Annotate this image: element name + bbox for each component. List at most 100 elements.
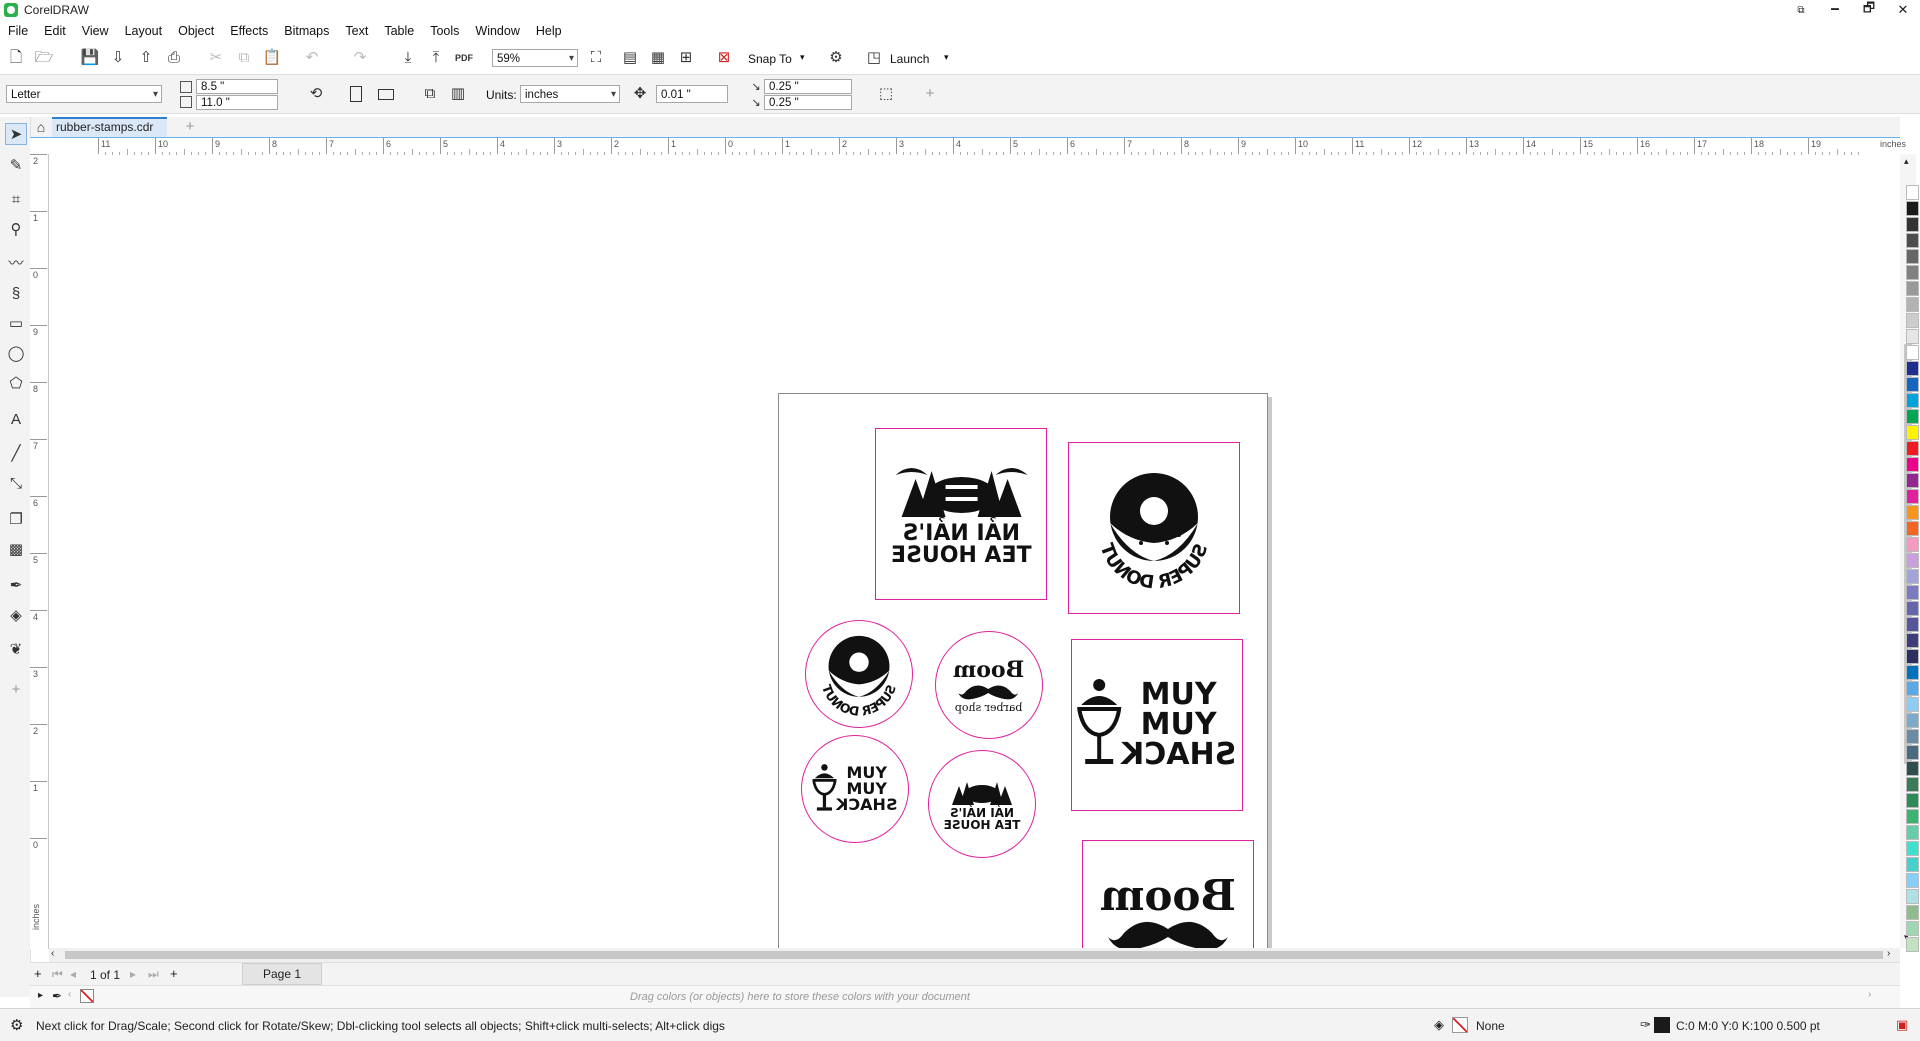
page-width-input[interactable]: 8.5 " — [196, 79, 278, 94]
open-folder-icon[interactable]: 🗁 — [34, 48, 54, 68]
launch-icon[interactable]: ◳ — [864, 48, 884, 68]
redo-icon[interactable]: ↷ — [350, 48, 370, 68]
outline-color-swatch[interactable] — [1654, 1017, 1670, 1033]
duplicate-y-input[interactable]: 0.25 " — [764, 95, 852, 110]
stamp-nai-nai-circle[interactable]: NẢI NẢI'S TEA HOUSE — [928, 750, 1036, 858]
launch-chevron-icon[interactable]: ▾ — [944, 52, 949, 63]
stamp-nai-nai-square[interactable]: NẢI NẢI'S TEA HOUSE — [875, 428, 1047, 600]
save-icon[interactable]: 💾 — [80, 48, 100, 68]
horizontal-scrollbar[interactable]: ‹ › — [49, 948, 1900, 962]
palette-swatch[interactable] — [1906, 297, 1919, 312]
page-tab[interactable]: Page 1 — [242, 963, 322, 985]
palette-swatch[interactable] — [1906, 585, 1919, 600]
palette-swatch[interactable] — [1906, 777, 1919, 792]
palette-swatch[interactable] — [1906, 809, 1919, 824]
palette-expand-icon[interactable]: ▸ — [38, 990, 43, 1001]
stamp-yum-shack-square[interactable]: YUM YUM SHACK — [1071, 639, 1243, 811]
palette-swatch[interactable] — [1906, 505, 1919, 520]
menu-effects[interactable]: Effects — [222, 24, 276, 38]
palette-swatch[interactable] — [1906, 633, 1919, 648]
text-tool-icon[interactable]: A — [5, 409, 27, 431]
landscape-icon[interactable] — [378, 89, 394, 100]
export-icon[interactable]: ⤒ — [426, 48, 446, 68]
palette-swatch[interactable] — [1906, 345, 1919, 360]
import-icon[interactable]: ⤓ — [398, 48, 418, 68]
menu-table[interactable]: Table — [376, 24, 422, 38]
stamp-boom-circle[interactable]: Boom barber shop — [935, 631, 1043, 739]
print-icon[interactable]: ⎙ — [164, 48, 184, 68]
menu-layout[interactable]: Layout — [117, 24, 171, 38]
first-page-icon[interactable]: ⏮ — [52, 967, 63, 982]
bleed-frame-icon[interactable]: ⬚ — [876, 84, 896, 104]
scroll-up-icon[interactable]: ▴ — [1904, 156, 1909, 167]
menu-window[interactable]: Window — [467, 24, 527, 38]
parallel-dimension-icon[interactable]: ╱ — [5, 443, 27, 465]
palette-swatch[interactable] — [1906, 569, 1919, 584]
palette-swatch[interactable] — [1906, 281, 1919, 296]
shape-tool-icon[interactable]: ✎ — [5, 155, 27, 177]
scroll-left-icon[interactable]: ‹ — [51, 948, 54, 959]
copy-icon[interactable]: ⧉ — [234, 48, 254, 68]
add-tool-icon[interactable]: + — [5, 679, 27, 701]
drop-shadow-icon[interactable]: ❐ — [5, 509, 27, 531]
palette-swatch[interactable] — [1906, 905, 1919, 920]
maximize-button[interactable]: 🗗 — [1852, 0, 1886, 20]
snap-off-icon[interactable]: ⊠ — [714, 48, 734, 68]
no-color-swatch[interactable] — [80, 989, 94, 1003]
color-proof-icon[interactable]: ▣ — [1896, 1017, 1908, 1033]
align-bars-icon[interactable]: ▥ — [448, 84, 468, 104]
eyedropper-icon[interactable]: ✒ — [5, 575, 27, 597]
polygon-tool-icon[interactable]: ⬠ — [5, 373, 27, 395]
add-page-before-icon[interactable]: + — [34, 966, 42, 981]
palette-swatch[interactable] — [1906, 185, 1919, 200]
home-icon[interactable]: ⌂ — [32, 117, 50, 137]
document-tab[interactable]: rubber-stamps.cdr — [52, 117, 168, 137]
zoom-level-dropdown[interactable]: 59% — [492, 49, 578, 68]
portrait-icon[interactable] — [350, 86, 362, 102]
palette-swatch[interactable] — [1906, 217, 1919, 232]
menu-edit[interactable]: Edit — [36, 24, 74, 38]
fill-none-swatch[interactable] — [1452, 1017, 1468, 1033]
artistic-media-icon[interactable]: § — [5, 283, 27, 305]
menu-text[interactable]: Text — [337, 24, 376, 38]
full-screen-preview-icon[interactable]: ⛶ — [586, 48, 606, 68]
palette-swatch[interactable] — [1906, 697, 1919, 712]
menu-view[interactable]: View — [74, 24, 117, 38]
rectangle-tool-icon[interactable]: ▭ — [5, 313, 27, 335]
palette-swatch[interactable] — [1906, 729, 1919, 744]
minimize-button[interactable]: 🗕 — [1818, 0, 1852, 20]
smart-fill-icon[interactable]: ❦ — [5, 639, 27, 661]
palette-swatch[interactable] — [1906, 889, 1919, 904]
palette-swatch[interactable] — [1906, 825, 1919, 840]
palette-swatch[interactable] — [1906, 313, 1919, 328]
palette-swatch[interactable] — [1906, 921, 1919, 936]
add-property-icon[interactable]: + — [920, 84, 940, 104]
options-gear-icon[interactable]: ⚙ — [826, 48, 846, 68]
palette-swatch[interactable] — [1906, 537, 1919, 552]
units-dropdown[interactable]: inches — [520, 85, 620, 104]
palette-swatch[interactable] — [1906, 441, 1919, 456]
ellipse-tool-icon[interactable]: ◯ — [5, 343, 27, 365]
stamp-super-donut-circle[interactable]: SUPER DONUT — [805, 620, 913, 728]
nudge-distance-input[interactable]: 0.01 " — [656, 85, 728, 103]
eyedropper-small-icon[interactable]: ✒ — [52, 989, 62, 1003]
palette-swatch[interactable] — [1906, 233, 1919, 248]
palette-swatch[interactable] — [1906, 457, 1919, 472]
cloud-upload-icon[interactable]: ⇧ — [136, 48, 156, 68]
zoom-tool-icon[interactable]: ⚲ — [5, 219, 27, 241]
stamp-yum-shack-circle[interactable]: YUM YUM SHACK — [801, 735, 909, 843]
palette-swatch[interactable] — [1906, 841, 1919, 856]
palette-scroll-right-icon[interactable]: › — [1868, 989, 1871, 1000]
restore-window-icon[interactable]: ⧉ — [1784, 0, 1818, 20]
palette-swatch[interactable] — [1906, 425, 1919, 440]
cloud-download-icon[interactable]: ⇩ — [108, 48, 128, 68]
paper-size-dropdown[interactable]: Letter — [6, 85, 162, 104]
palette-swatch[interactable] — [1906, 873, 1919, 888]
palette-swatch[interactable] — [1906, 377, 1919, 392]
palette-swatch[interactable] — [1906, 201, 1919, 216]
palette-swatch[interactable] — [1906, 521, 1919, 536]
next-page-icon[interactable]: ▸ — [130, 967, 136, 981]
palette-swatch[interactable] — [1906, 745, 1919, 760]
palette-swatch[interactable] — [1906, 665, 1919, 680]
palette-swatch[interactable] — [1906, 601, 1919, 616]
